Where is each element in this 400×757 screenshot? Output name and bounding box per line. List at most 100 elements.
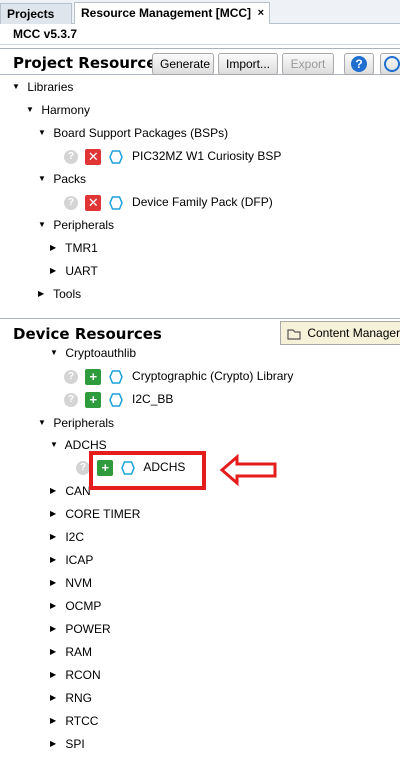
add-icon[interactable]: + [85,368,102,385]
help-icon[interactable]: ? [64,195,78,210]
tree-node-rng[interactable]: ▶ RNG [50,688,92,708]
tree-label: Device Family Pack (DFP) [132,195,273,209]
close-icon[interactable]: × [258,3,264,23]
tree-label: Peripherals [53,218,115,232]
tree-node-peripherals[interactable]: ▼ Peripherals [38,413,114,433]
tree-node-i2c-bb[interactable]: ? + I2C_BB [64,389,173,409]
tree-node-power[interactable]: ▶ POWER [50,619,111,639]
tree-node-core-timer[interactable]: ▶ CORE TIMER [50,504,140,524]
expanded-arrow-icon[interactable]: ▼ [38,123,50,143]
collapsed-arrow-icon[interactable]: ▶ [50,481,62,501]
tree-label: I2C_BB [132,392,174,406]
component-hex-icon [108,196,123,210]
collapsed-arrow-icon[interactable]: ▶ [50,619,62,639]
collapsed-arrow-icon[interactable]: ▶ [50,596,62,616]
tree-label: Tools [53,287,82,301]
tree-node-cryptoauthlib[interactable]: ▼ Cryptoauthlib [50,343,136,363]
expanded-arrow-icon[interactable]: ▼ [38,413,50,433]
help-icon[interactable]: ? [64,149,78,164]
tree-node-uart[interactable]: ▶ UART [50,261,98,281]
tree-node-crypto-library[interactable]: ? + Cryptographic (Crypto) Library [64,366,293,386]
globe-button[interactable] [380,53,400,75]
collapsed-arrow-icon[interactable]: ▶ [50,238,62,258]
expanded-arrow-icon[interactable]: ▼ [38,215,50,235]
tree-node-curiosity-bsp[interactable]: ? ✕ PIC32MZ W1 Curiosity BSP [64,146,281,166]
content-manager-tab[interactable]: Content Manager [280,321,400,345]
collapsed-arrow-icon[interactable]: ▶ [38,284,50,304]
tree-label: RNG [65,691,93,705]
tree-label: SPI [65,737,85,751]
generate-button[interactable]: Generate [152,53,214,75]
help-icon[interactable]: ? [64,369,78,384]
collapsed-arrow-icon[interactable]: ▶ [50,665,62,685]
help-icon: ? [351,56,367,72]
tree-node-peripherals[interactable]: ▼ Peripherals [38,215,114,235]
tree-node-ocmp[interactable]: ▶ OCMP [50,596,101,616]
tab-projects-label: Projects [7,7,55,21]
tree-label: POWER [65,622,111,636]
tree-label: PIC32MZ W1 Curiosity BSP [132,149,282,163]
collapsed-arrow-icon[interactable]: ▶ [50,550,62,570]
help-icon[interactable]: ? [76,460,90,475]
collapsed-arrow-icon[interactable]: ▶ [50,504,62,524]
tree-label: RCON [65,668,101,682]
tree-label: Harmony [41,103,91,117]
tree-label: Packs [53,172,87,186]
annotation-arrow-icon [219,454,277,486]
tree-node-rcon[interactable]: ▶ RCON [50,665,101,685]
tree-node-libraries[interactable]: ▼ Libraries [12,77,73,97]
tree-label: RAM [65,645,93,659]
collapsed-arrow-icon[interactable]: ▶ [50,688,62,708]
tree-node-can[interactable]: ▶ CAN [50,481,91,501]
tree-label: Cryptographic (Crypto) Library [132,369,294,383]
tree-label: Board Support Packages (BSPs) [53,126,229,140]
globe-icon [384,56,400,72]
tab-bar: Projects Resource Management [MCC] × [0,0,400,24]
tree-label: I2C [65,530,85,544]
tree-node-rtcc[interactable]: ▶ RTCC [50,711,98,731]
tree-node-ram[interactable]: ▶ RAM [50,642,92,662]
import-button[interactable]: Import... [218,53,278,75]
tree-node-icap[interactable]: ▶ ICAP [50,550,93,570]
highlight-box [89,451,206,490]
tree-label: CAN [65,484,91,498]
remove-icon[interactable]: ✕ [85,148,102,165]
collapsed-arrow-icon[interactable]: ▶ [50,642,62,662]
expanded-arrow-icon[interactable]: ▼ [50,343,62,363]
tree-node-nvm[interactable]: ▶ NVM [50,573,92,593]
remove-icon[interactable]: ✕ [85,194,102,211]
tree-node-harmony[interactable]: ▼ Harmony [26,100,90,120]
tree-label: Libraries [27,80,74,94]
collapsed-arrow-icon[interactable]: ▶ [50,711,62,731]
tab-projects[interactable]: Projects [0,3,72,24]
component-hex-icon [108,370,123,384]
tree-label: TMR1 [65,241,98,255]
component-hex-icon [108,150,123,164]
tree-node-tools[interactable]: ▶ Tools [38,284,81,304]
project-resources-header: Project Resources Generate Import... Exp… [0,48,400,75]
tab-resource-management[interactable]: Resource Management [MCC] × [74,2,270,24]
collapsed-arrow-icon[interactable]: ▶ [50,527,62,547]
export-button[interactable]: Export [282,53,334,75]
help-icon[interactable]: ? [64,392,78,407]
tree-node-dfp[interactable]: ? ✕ Device Family Pack (DFP) [64,192,273,212]
expanded-arrow-icon[interactable]: ▼ [50,435,62,455]
tree-node-packs[interactable]: ▼ Packs [38,169,86,189]
collapsed-arrow-icon[interactable]: ▶ [50,573,62,593]
add-icon[interactable]: + [85,391,102,408]
tree-node-tmr1[interactable]: ▶ TMR1 [50,238,98,258]
collapsed-arrow-icon[interactable]: ▶ [50,734,62,754]
help-button[interactable]: ? [344,53,374,75]
tree-node-spi[interactable]: ▶ SPI [50,734,85,754]
expanded-arrow-icon[interactable]: ▼ [26,100,38,120]
tree-label: ICAP [65,553,94,567]
expanded-arrow-icon[interactable]: ▼ [38,169,50,189]
tree-node-i2c[interactable]: ▶ I2C [50,527,84,547]
mcc-version: MCC v5.3.7 [0,24,400,45]
expanded-arrow-icon[interactable]: ▼ [12,77,24,97]
tree-node-bsps[interactable]: ▼ Board Support Packages (BSPs) [38,123,228,143]
collapsed-arrow-icon[interactable]: ▶ [50,261,62,281]
tree-label: CORE TIMER [65,507,141,521]
project-resources-title: Project Resources [13,54,166,72]
content-manager-label: Content Manager [307,326,400,340]
